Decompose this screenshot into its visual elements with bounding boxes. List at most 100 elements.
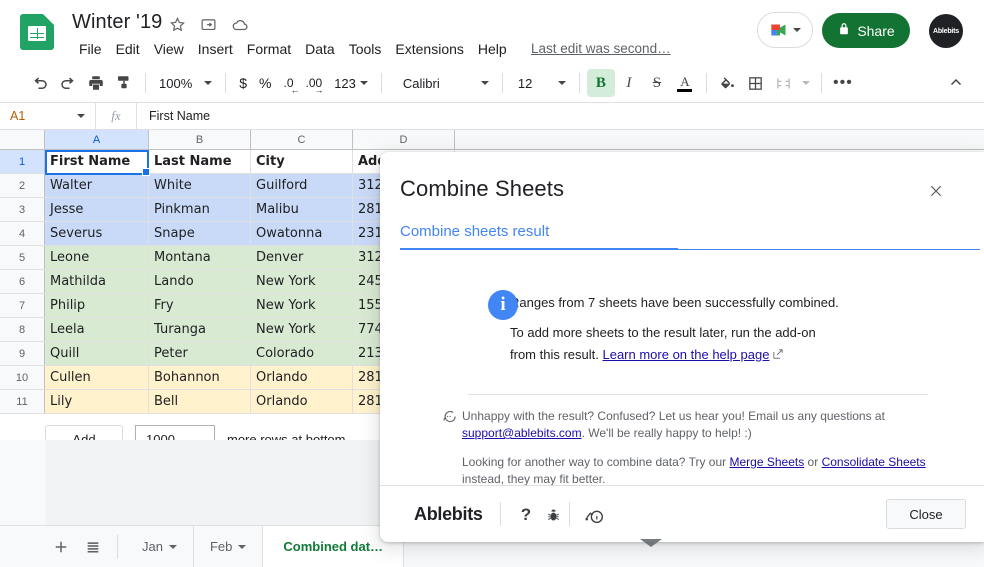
sheet-tab-feb[interactable]: Feb: [194, 525, 264, 567]
strikethrough-button[interactable]: S: [643, 69, 671, 97]
row-header-11[interactable]: 11: [0, 390, 45, 413]
row-header-9[interactable]: 9: [0, 342, 45, 365]
cell-C5[interactable]: Denver: [251, 246, 353, 269]
cell-B7[interactable]: Fry: [149, 294, 251, 317]
share-button[interactable]: Share: [822, 13, 910, 48]
row-header-5[interactable]: 5: [0, 246, 45, 269]
formula-input[interactable]: First Name: [137, 109, 984, 123]
fill-color-icon[interactable]: [714, 69, 742, 97]
row-header-3[interactable]: 3: [0, 198, 45, 221]
print-icon[interactable]: [82, 69, 110, 97]
row-header-6[interactable]: 6: [0, 270, 45, 293]
cell-B2[interactable]: White: [149, 174, 251, 197]
cell-C6[interactable]: New York: [251, 270, 353, 293]
dialog-resize-pointer[interactable]: [640, 539, 662, 547]
cell-A5[interactable]: Leone: [45, 246, 149, 269]
merge-sheets-link[interactable]: Merge Sheets: [730, 455, 805, 469]
google-meet-button[interactable]: [757, 12, 813, 48]
menu-help[interactable]: Help: [471, 38, 514, 60]
help-page-link[interactable]: Learn more on the help page: [602, 347, 769, 362]
row-header-4[interactable]: 4: [0, 222, 45, 245]
menu-format[interactable]: Format: [240, 38, 298, 60]
help-icon[interactable]: ?: [515, 504, 537, 526]
row-header-2[interactable]: 2: [0, 174, 45, 197]
last-edit-status[interactable]: Last edit was second…: [531, 41, 671, 56]
cell-B4[interactable]: Snape: [149, 222, 251, 245]
cell-c1[interactable]: City: [251, 150, 353, 173]
column-header-e[interactable]: [455, 130, 927, 149]
decrease-decimal-button[interactable]: .0 ←: [278, 70, 300, 96]
menu-tools[interactable]: Tools: [342, 38, 389, 60]
row-header-8[interactable]: 8: [0, 318, 45, 341]
cell-C7[interactable]: New York: [251, 294, 353, 317]
undo-icon[interactable]: [26, 69, 54, 97]
cloud-saved-icon[interactable]: [231, 16, 248, 33]
cell-A3[interactable]: Jesse: [45, 198, 149, 221]
cell-B11[interactable]: Bell: [149, 390, 251, 413]
bold-button[interactable]: B: [586, 69, 615, 97]
cell-A10[interactable]: Cullen: [45, 366, 149, 389]
currency-format-button[interactable]: $: [233, 70, 253, 96]
menu-view[interactable]: View: [147, 38, 191, 60]
cell-b1[interactable]: Last Name: [149, 150, 251, 173]
row-header-1[interactable]: 1: [0, 150, 45, 173]
cell-A8[interactable]: Leela: [45, 318, 149, 341]
borders-icon[interactable]: [742, 69, 770, 97]
add-sheet-icon[interactable]: [45, 531, 77, 563]
collapse-toolbar-icon[interactable]: [942, 69, 970, 97]
cell-C10[interactable]: Orlando: [251, 366, 353, 389]
cell-A4[interactable]: Severus: [45, 222, 149, 245]
chevron-down-icon[interactable]: [77, 114, 85, 118]
font-selector[interactable]: Calibri: [389, 70, 495, 96]
column-header-b[interactable]: B: [149, 130, 251, 149]
cell-C11[interactable]: Orlando: [251, 390, 353, 413]
percent-format-button[interactable]: %: [253, 70, 277, 96]
column-header-a[interactable]: A: [45, 130, 149, 149]
paint-format-icon[interactable]: [110, 69, 138, 97]
menu-edit[interactable]: Edit: [109, 38, 147, 60]
cell-A2[interactable]: Walter: [45, 174, 149, 197]
privacy-policy-icon[interactable]: [582, 504, 608, 526]
cell-A11[interactable]: Lily: [45, 390, 149, 413]
cell-B9[interactable]: Peter: [149, 342, 251, 365]
report-bug-icon[interactable]: [542, 504, 564, 526]
column-header-c[interactable]: C: [251, 130, 353, 149]
cell-C8[interactable]: New York: [251, 318, 353, 341]
italic-button[interactable]: I: [615, 69, 643, 97]
cell-B6[interactable]: Lando: [149, 270, 251, 293]
select-all-corner[interactable]: [0, 130, 45, 149]
cell-A6[interactable]: Mathilda: [45, 270, 149, 293]
menu-file[interactable]: File: [72, 38, 109, 60]
row-header-10[interactable]: 10: [0, 366, 45, 389]
increase-decimal-button[interactable]: .00 →: [300, 70, 329, 96]
more-options-icon[interactable]: •••: [829, 69, 857, 97]
meet-dropdown-caret-icon[interactable]: [793, 28, 801, 32]
number-format-selector[interactable]: 123: [328, 70, 374, 96]
text-color-button[interactable]: A: [671, 69, 699, 97]
name-box[interactable]: A1: [0, 103, 95, 130]
cell-A9[interactable]: Quill: [45, 342, 149, 365]
chevron-down-icon[interactable]: [168, 544, 177, 549]
cell-B10[interactable]: Bohannon: [149, 366, 251, 389]
close-icon[interactable]: [924, 179, 948, 203]
tab-combine-sheets-result[interactable]: Combine sheets result: [400, 223, 549, 240]
move-to-folder-icon[interactable]: [200, 16, 217, 33]
avatar[interactable]: Ablebits: [929, 14, 963, 48]
menu-insert[interactable]: Insert: [191, 38, 240, 60]
consolidate-sheets-link[interactable]: Consolidate Sheets: [822, 455, 926, 469]
menu-data[interactable]: Data: [298, 38, 342, 60]
sheet-tab-jan[interactable]: Jan: [126, 525, 194, 567]
cell-C4[interactable]: Owatonna: [251, 222, 353, 245]
cell-A7[interactable]: Philip: [45, 294, 149, 317]
cell-B5[interactable]: Montana: [149, 246, 251, 269]
font-size-selector[interactable]: 12: [510, 70, 572, 96]
redo-icon[interactable]: [54, 69, 82, 97]
cell-C2[interactable]: Guilford: [251, 174, 353, 197]
menu-extensions[interactable]: Extensions: [388, 38, 470, 60]
zoom-selector[interactable]: 100%: [153, 70, 218, 96]
cell-C3[interactable]: Malibu: [251, 198, 353, 221]
cell-a1[interactable]: First Name: [45, 150, 149, 173]
cell-B8[interactable]: Turanga: [149, 318, 251, 341]
cell-B3[interactable]: Pinkman: [149, 198, 251, 221]
column-header-d[interactable]: D: [353, 130, 455, 149]
